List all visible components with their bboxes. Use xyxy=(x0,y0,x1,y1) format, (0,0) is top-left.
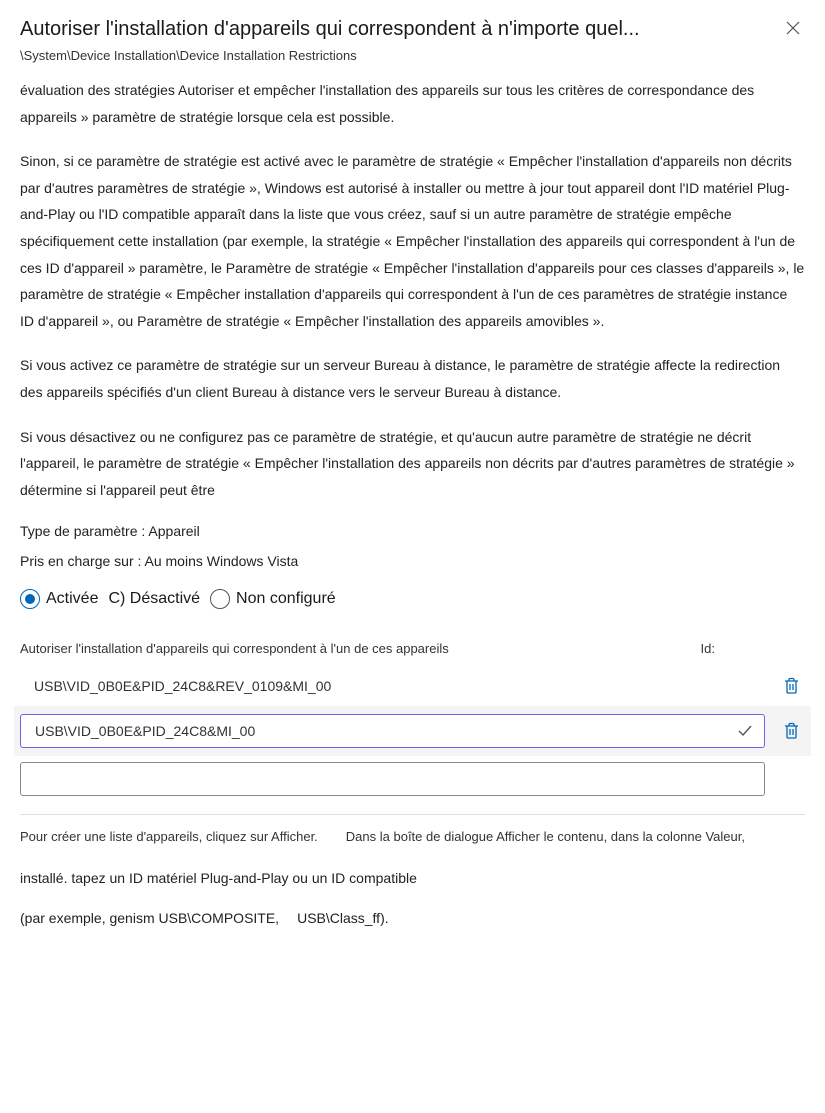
confirm-button[interactable] xyxy=(734,723,756,739)
page-title: Autoriser l'installation d'appareils qui… xyxy=(20,16,773,42)
trash-icon xyxy=(783,677,800,695)
radio-enabled-label: Activée xyxy=(46,590,98,608)
policy-description: évaluation des stratégies Autoriser et e… xyxy=(20,77,805,503)
footer-example-left: (par exemple, genism USB\COMPOSITE, xyxy=(20,910,279,926)
close-button[interactable] xyxy=(781,16,805,40)
radio-circle-icon xyxy=(20,589,40,609)
list-item: USB\VID_0B0E&PID_24C8&REV_0109&MI_00 xyxy=(20,666,805,706)
radio-disabled-label: C) Désactivé xyxy=(108,590,200,608)
check-icon xyxy=(737,723,753,739)
desc-p1: Sinon, si ce paramètre de stratégie est … xyxy=(20,148,805,334)
list-item xyxy=(20,756,805,796)
device-id-new-input[interactable] xyxy=(20,762,765,796)
trash-icon xyxy=(783,722,800,740)
radio-not-configured[interactable]: Non configuré xyxy=(210,589,336,609)
device-list-label: Autoriser l'installation d'appareils qui… xyxy=(20,641,449,656)
radio-enabled[interactable]: Activée xyxy=(20,589,98,609)
state-radio-group: Activée C) Désactivé Non configuré xyxy=(20,589,805,609)
delete-button[interactable] xyxy=(777,672,805,700)
device-id-label: Id: xyxy=(701,641,715,656)
desc-p3: Si vous désactivez ou ne configurez pas … xyxy=(20,424,805,504)
radio-notconfigured-label: Non configuré xyxy=(236,590,336,608)
close-icon xyxy=(786,21,800,35)
breadcrumb: \System\Device Installation\Device Insta… xyxy=(20,48,805,63)
hint-dialog: Dans la boîte de dialogue Afficher le co… xyxy=(346,829,745,844)
footer-instruction: installé. tapez un ID matériel Plug-and-… xyxy=(20,870,805,886)
hint-create-list: Pour créer une liste d'appareils, clique… xyxy=(20,829,318,844)
param-type: Type de paramètre : Appareil xyxy=(20,523,805,539)
device-id-value: USB\VID_0B0E&PID_24C8&REV_0109&MI_00 xyxy=(20,672,765,700)
device-id-input-wrap xyxy=(20,714,765,748)
desc-p2: Si vous activez ce paramètre de stratégi… xyxy=(20,352,805,405)
device-id-list: USB\VID_0B0E&PID_24C8&REV_0109&MI_00 xyxy=(20,666,805,796)
radio-circle-icon xyxy=(210,589,230,609)
supported-on: Pris en charge sur : Au moins Windows Vi… xyxy=(20,553,805,569)
divider xyxy=(20,814,805,815)
device-id-input[interactable] xyxy=(33,722,734,740)
list-item xyxy=(14,706,811,756)
footer-example-right: USB\Class_ff). xyxy=(297,910,389,926)
delete-button[interactable] xyxy=(777,717,805,745)
desc-p0b: paramètre de stratégie lorsque cela est … xyxy=(92,109,394,125)
